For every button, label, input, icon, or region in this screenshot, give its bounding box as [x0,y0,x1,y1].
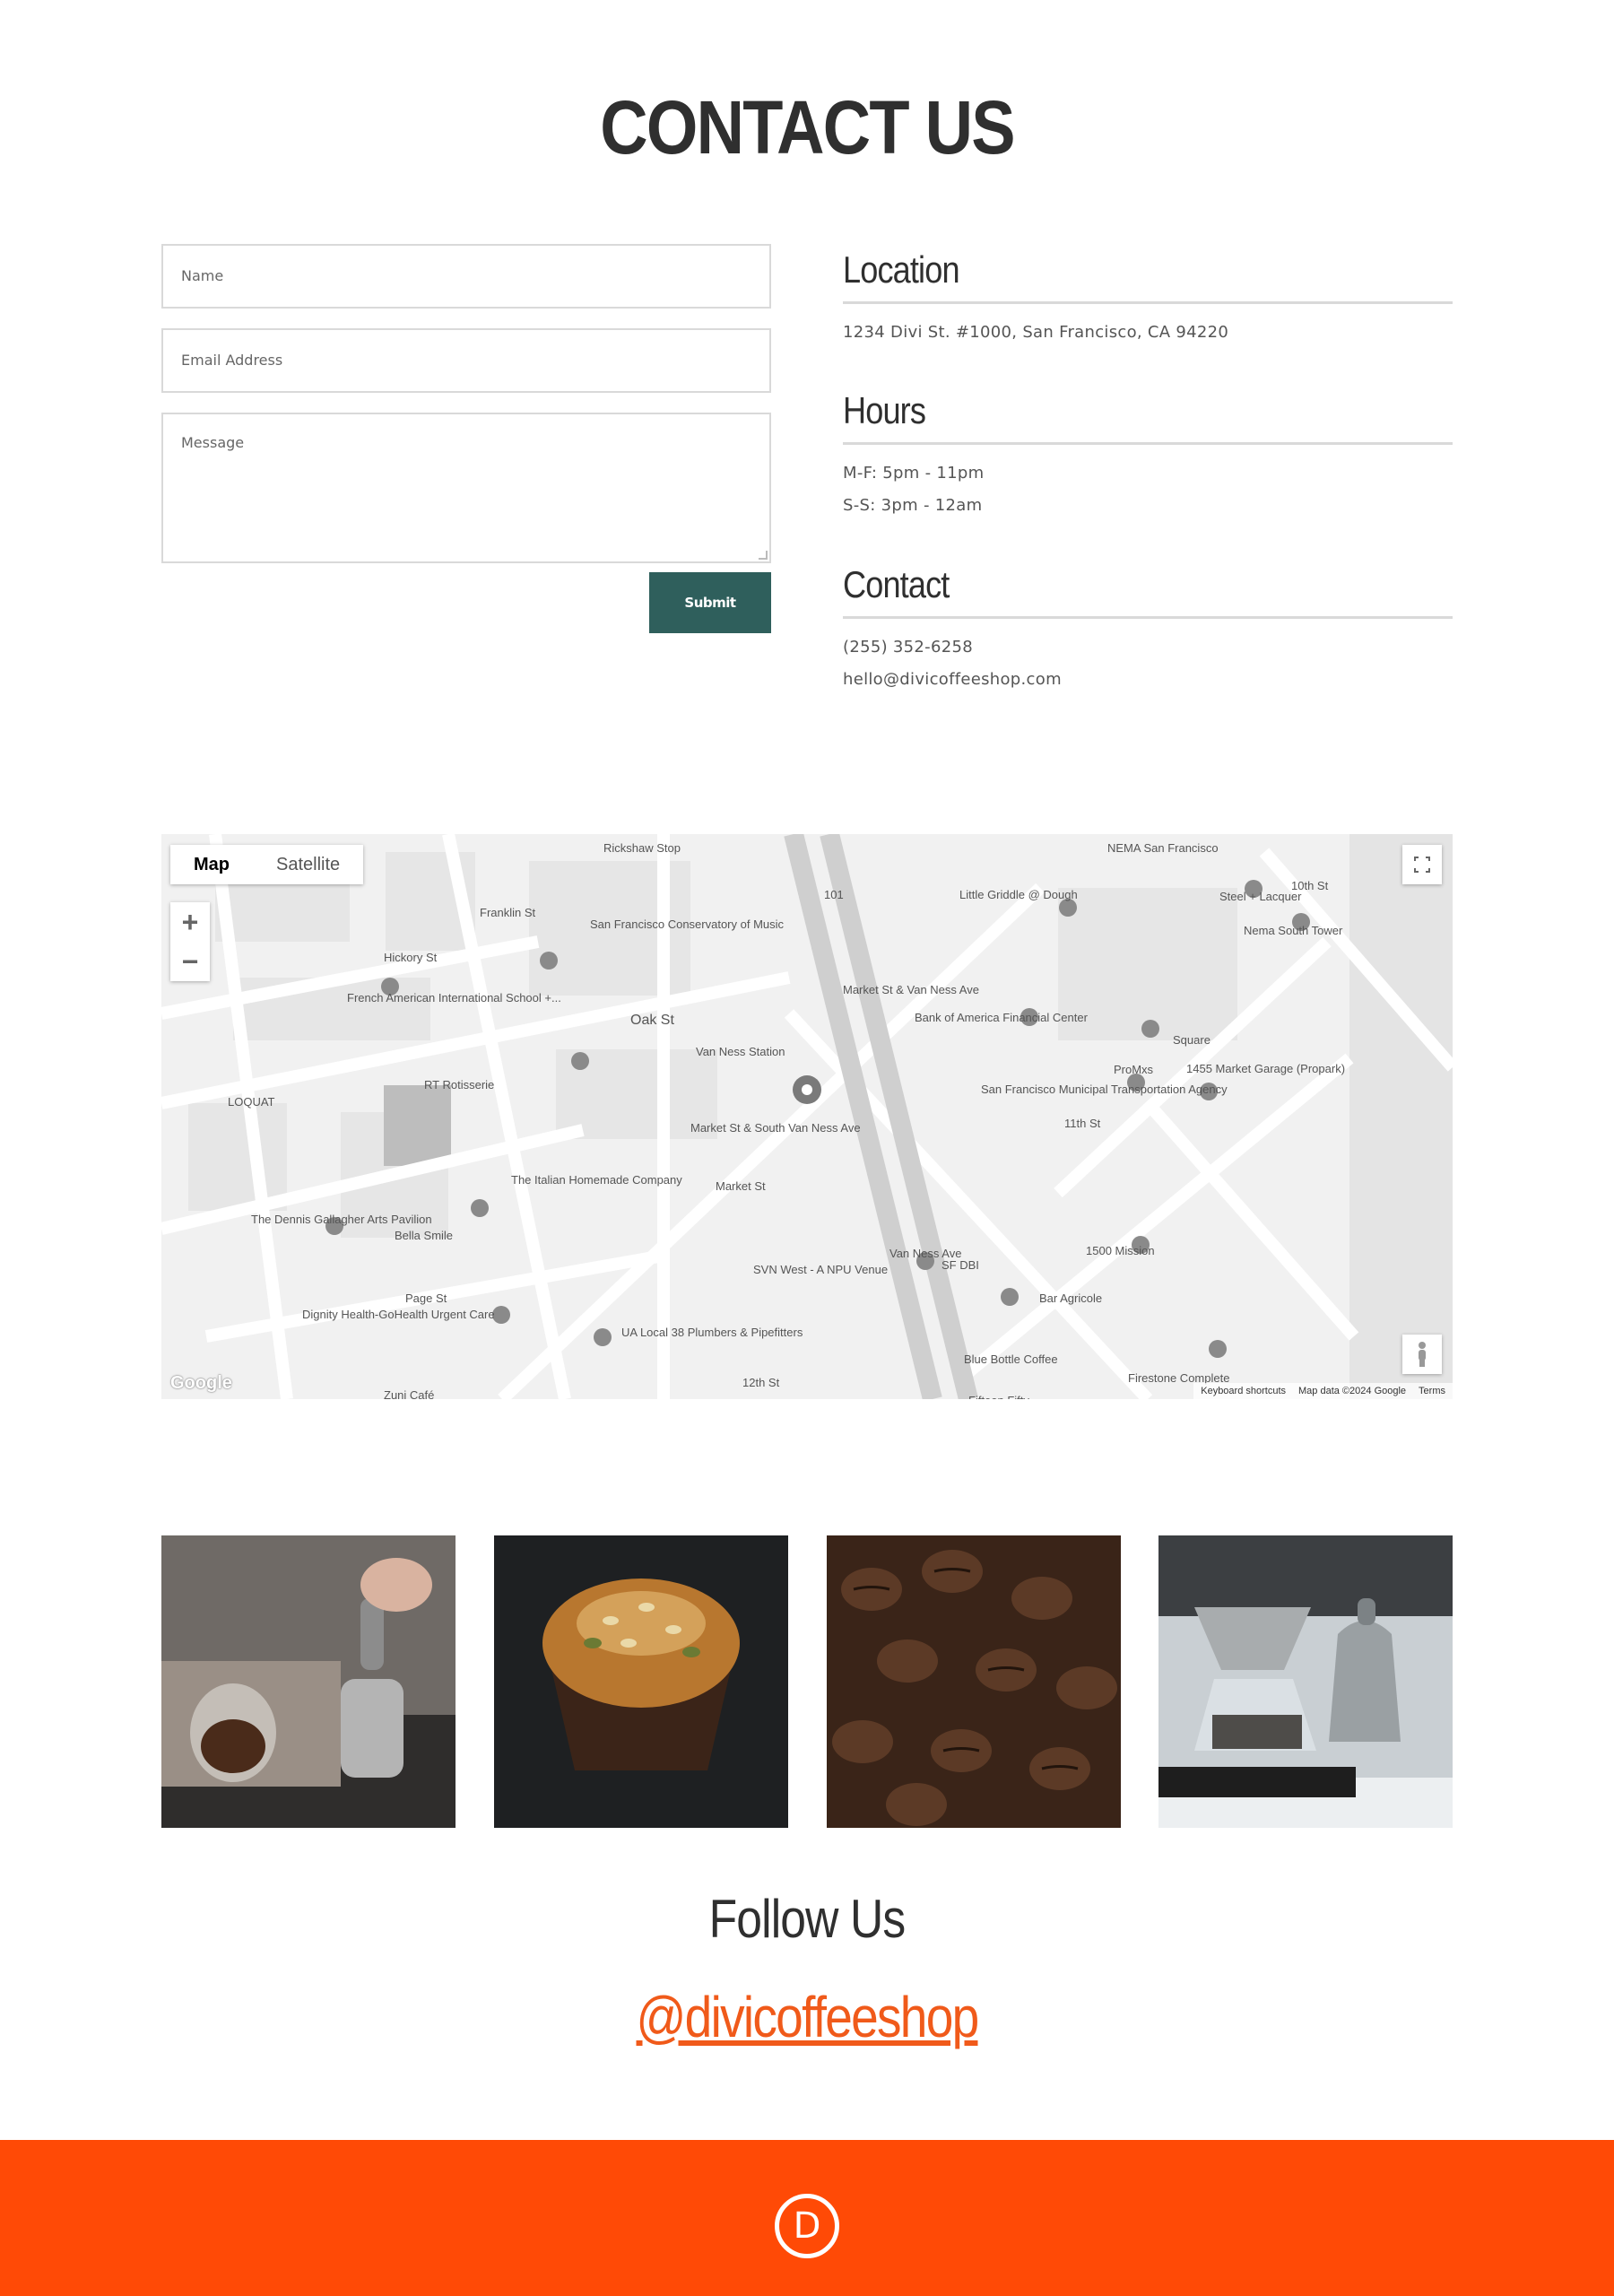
divider [843,616,1453,619]
resize-grip-icon[interactable] [759,551,768,560]
muffin-photo [494,1535,788,1828]
map-label: San Francisco Conservatory of Music [590,918,785,931]
map-label: French American International School +..… [347,991,561,1004]
message-field[interactable]: Message [161,413,771,563]
map-label: LOQUAT [228,1095,275,1109]
keyboard-shortcuts-link[interactable]: Keyboard shortcuts [1201,1383,1286,1399]
divi-logo-icon[interactable]: D [775,2194,839,2258]
map-label: Square [1173,1033,1210,1047]
coffee-beans-photo [827,1535,1121,1828]
name-placeholder: Name [181,267,224,284]
hours-weekday: M-F: 5pm - 11pm [843,464,985,483]
map-label: Dignity Health-GoHealth Urgent Care [302,1308,495,1321]
page-title: CONTACT US [600,85,1015,170]
map-label: SVN West - A NPU Venue [753,1263,888,1276]
zoom-out-button[interactable]: − [170,942,210,981]
google-logo: Google [170,1373,232,1393]
map-label: 12th St [742,1376,780,1389]
map-label: RT Rotisserie [424,1078,494,1091]
contact-phone: (255) 352-6258 [843,638,973,657]
zoom-control: + − [170,902,210,981]
footer: D [0,2140,1614,2296]
map-label: 1455 Market Garage (Propark) [1186,1062,1345,1075]
map-label: UA Local 38 Plumbers & Pipefitters [621,1326,803,1339]
map-label: Page St [405,1292,447,1305]
map-attribution: Keyboard shortcuts Map data ©2024 Google… [1193,1383,1453,1399]
terms-link[interactable]: Terms [1419,1383,1445,1399]
map-label: ProMxs [1114,1063,1154,1076]
pegman-icon [1419,1342,1426,1367]
contact-email[interactable]: hello@divicoffeeshop.com [843,664,1453,696]
pour-over-kettle-photo [1158,1535,1453,1828]
map-data-text: Map data ©2024 Google [1298,1386,1407,1396]
location-address: 1234 Divi St. #1000, San Francisco, CA 9… [843,323,1229,342]
map-label: San Francisco Municipal Transportation A… [981,1083,1228,1096]
gallery-image-pourover [1158,1535,1453,1828]
email-placeholder: Email Address [181,352,283,369]
hours-section: Hours M-F: 5pm - 11pm S-S: 3pm - 12am [843,388,1453,522]
social-handle-link[interactable]: @divicoffeeshop [113,1977,1501,2057]
map-label: SF DBI [941,1258,979,1272]
map-label: Franklin St [480,906,536,919]
map-type-control: Map Satellite [170,845,364,884]
contact-section: Contact (255) 352-6258 hello@divicoffees… [843,562,1453,696]
name-field[interactable]: Name [161,244,771,309]
map-label: The Dennis Gallagher Arts Pavilion [251,1213,432,1226]
map-label: Bank of America Financial Center [915,1011,1089,1024]
gallery-image-beans [827,1535,1121,1828]
map-label: NEMA San Francisco [1107,841,1219,855]
map-label: Van Ness Station [696,1045,785,1058]
map-label: Bar Agricole [1039,1292,1102,1305]
map-label: Oak St [630,1013,674,1028]
map-label: Market St & South Van Ness Ave [690,1121,861,1135]
map-label: Market St & Van Ness Ave [843,983,979,996]
zoom-in-button[interactable]: + [170,902,210,942]
hours-weekend: S-S: 3pm - 12am [843,496,983,515]
email-field[interactable]: Email Address [161,328,771,393]
map-label: 1500 Mission [1086,1244,1155,1257]
message-placeholder: Message [181,434,245,451]
map-label: 11th St [1064,1117,1101,1130]
divider [843,442,1453,445]
map-label: Rickshaw Stop [603,841,681,855]
follow-title: Follow Us [708,1889,907,1949]
map-type-map-button[interactable]: Map [170,845,253,884]
map-label: Steel + Lacquer [1219,890,1302,903]
map-label: 101 [824,888,844,901]
map-canvas[interactable]: Rickshaw Stop NEMA San Francisco10th StLi… [161,834,1453,1399]
map-label: Fifteen Fifty [968,1394,1029,1399]
gallery-image-espresso [161,1535,456,1828]
location-section: Location 1234 Divi St. #1000, San Franci… [843,248,1453,349]
map-label: Hickory St [384,951,438,964]
map-label: Market St [716,1179,766,1193]
map-label: Nema South Tower [1244,924,1343,937]
map-label: Zuni Café [384,1388,434,1399]
map-type-satellite-button[interactable]: Satellite [253,845,363,884]
gallery-image-muffin [494,1535,788,1828]
fullscreen-icon [1414,857,1430,873]
divider [843,301,1453,304]
street-view-pegman-button[interactable] [1402,1335,1442,1374]
hours-heading: Hours [843,389,926,431]
espresso-tamping-photo [161,1535,456,1828]
map-label: The Italian Homemade Company [511,1173,682,1187]
fullscreen-button[interactable] [1402,845,1442,884]
map-label: Blue Bottle Coffee [964,1352,1058,1366]
map-embed[interactable]: Rickshaw Stop NEMA San Francisco 10th St Li… [161,834,1453,1399]
map-label: Little Griddle @ Dough [959,888,1078,901]
contact-heading: Contact [843,563,950,605]
submit-button[interactable]: Submit [649,572,771,633]
map-label: Bella Smile [395,1229,453,1242]
location-heading: Location [843,248,960,291]
